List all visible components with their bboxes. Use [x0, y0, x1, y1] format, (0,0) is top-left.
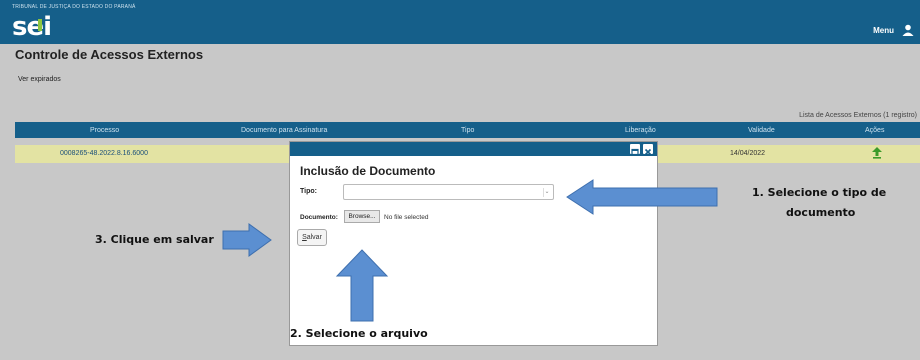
tipo-label: Tipo: — [300, 188, 317, 195]
dialog-title: Inclusão de Documento — [300, 164, 436, 178]
column-header-processo: Processo — [90, 127, 120, 134]
column-header-acoes: Ações — [865, 127, 885, 134]
dialog-titlebar — [290, 142, 657, 156]
column-header-tipo: Tipo — [461, 127, 475, 134]
chevron-down-icon: ⌄ — [543, 188, 550, 197]
column-header-liberacao: Liberação — [625, 127, 656, 134]
page-title: Controle de Acessos Externos — [15, 47, 204, 62]
step1-line2: documento — [786, 206, 856, 219]
user-icon[interactable] — [902, 24, 914, 36]
table-header: Processo Documento para Assinatura Tipo … — [15, 122, 920, 138]
save-button[interactable]: Salvar — [297, 229, 327, 246]
sei-logo[interactable]: sei — [12, 12, 52, 42]
court-name: TRIBUNAL DE JUSTIÇA DO ESTADO DO PARANÁ — [12, 4, 136, 10]
menu-button[interactable]: Menu — [873, 26, 894, 35]
step3-annotation: 3. Clique em salvar — [95, 233, 214, 246]
step1-annotation: 1. Selecione o tipo de documento — [752, 183, 902, 223]
ver-expirados-link[interactable]: Ver expirados — [18, 76, 61, 83]
tipo-select[interactable]: ⌄ — [343, 184, 554, 200]
step1-line1: 1. Selecione o tipo de — [752, 186, 887, 199]
logo-accent — [38, 19, 42, 31]
validade-cell: 14/04/2022 — [730, 150, 766, 157]
maximize-icon[interactable] — [630, 144, 640, 156]
column-header-documento: Documento para Assinatura — [241, 127, 328, 134]
table-caption: Lista de Acessos Externos (1 registro) — [799, 112, 917, 119]
step2-annotation: 2. Selecione o arquivo — [290, 327, 428, 340]
save-label-rest: alvar — [306, 234, 322, 241]
upload-arrow-icon[interactable] — [872, 147, 882, 159]
arrow-up-icon — [335, 249, 389, 322]
arrow-right-icon — [222, 223, 272, 257]
processo-link[interactable]: 0008265-48.2022.8.16.6000 — [60, 150, 148, 157]
arrow-left-icon — [566, 179, 718, 215]
close-icon[interactable] — [643, 144, 653, 156]
browse-button[interactable]: Browse... — [344, 210, 380, 223]
top-bar: TRIBUNAL DE JUSTIÇA DO ESTADO DO PARANÁ … — [0, 0, 920, 44]
documento-label: Documento: — [300, 214, 338, 221]
file-status: No file selected — [384, 214, 429, 221]
column-header-validade: Validade — [748, 127, 775, 134]
